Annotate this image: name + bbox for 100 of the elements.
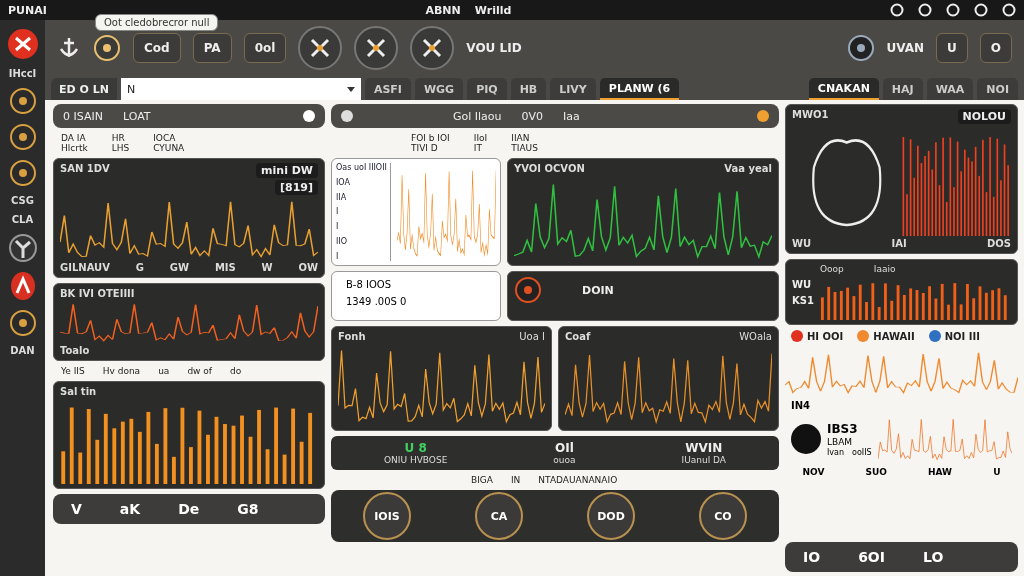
note-text: Ivan bbox=[827, 447, 845, 457]
axis-label: Toalo bbox=[60, 345, 90, 356]
dial-icon[interactable] bbox=[8, 87, 37, 115]
sidebar-label: IHccI bbox=[8, 68, 37, 79]
toolbar-button[interactable]: 0ol bbox=[243, 32, 287, 63]
info-text: 1349 .00S 0 bbox=[345, 295, 408, 309]
meta-text: FOI b IOI bbox=[411, 133, 450, 143]
tab[interactable]: LIVY bbox=[550, 78, 596, 100]
scope-badge: NOLOU bbox=[957, 109, 1011, 124]
status-icon[interactable] bbox=[974, 3, 988, 17]
tab[interactable]: ASFI bbox=[364, 78, 411, 100]
note-text: dw of bbox=[187, 366, 212, 376]
trend-label: IN4 bbox=[790, 400, 812, 411]
knob-button[interactable]: CO bbox=[699, 492, 747, 540]
panel-label: 0V0 bbox=[521, 109, 544, 123]
sidebar-label: DAN bbox=[10, 345, 35, 356]
status-icon[interactable] bbox=[890, 3, 904, 17]
toolbar-button[interactable]: PA bbox=[192, 32, 232, 63]
status-icon[interactable] bbox=[918, 3, 932, 17]
meta-text: IT bbox=[473, 143, 483, 153]
profile-title: IBS3 bbox=[827, 421, 859, 436]
tab[interactable]: CNAKAN bbox=[808, 78, 879, 100]
tab[interactable]: NOI bbox=[977, 78, 1018, 100]
footer-button[interactable]: V bbox=[67, 501, 86, 517]
meta-text: HR bbox=[111, 133, 126, 143]
axis-label: OW bbox=[298, 262, 318, 273]
note-text: Hv dona bbox=[102, 366, 141, 376]
power-icon[interactable] bbox=[846, 33, 875, 62]
axis-label: WU bbox=[792, 278, 813, 290]
toolbar-button[interactable]: O bbox=[979, 32, 1012, 63]
tick-label: IOA bbox=[336, 177, 351, 187]
axis-label: DOS bbox=[986, 238, 1011, 249]
tab[interactable]: PLANW (6 bbox=[599, 78, 680, 100]
dial-icon[interactable] bbox=[8, 309, 37, 337]
footer-button[interactable]: 6OI bbox=[854, 549, 889, 565]
axis-label: U bbox=[993, 467, 1001, 477]
legend-label: HI OOI bbox=[807, 330, 844, 342]
knob-button[interactable]: CA bbox=[475, 492, 523, 540]
tab[interactable]: WGG bbox=[414, 78, 464, 100]
note-text: Ye IIS bbox=[61, 366, 85, 376]
tick-label: IIO bbox=[336, 237, 348, 247]
axis-label: HAW bbox=[928, 467, 953, 477]
status-icon[interactable] bbox=[946, 3, 960, 17]
logo-icon[interactable] bbox=[6, 28, 39, 60]
source-dropdown[interactable]: N bbox=[120, 78, 361, 100]
meta-text: IIAN bbox=[511, 133, 531, 143]
meta-text: TIAUS bbox=[511, 143, 538, 153]
footer-button[interactable]: De bbox=[174, 501, 204, 517]
axis-label: KS1 bbox=[792, 294, 814, 306]
status-dot-icon bbox=[303, 110, 315, 122]
note-text: NTADAUANANAIO bbox=[538, 475, 618, 485]
meta-text: LHS bbox=[111, 143, 130, 153]
footer-button[interactable]: IO bbox=[799, 549, 825, 565]
sidebar-label: CLA bbox=[11, 214, 34, 225]
bar-label: Iaaio bbox=[873, 264, 896, 274]
caret-icon bbox=[346, 86, 355, 92]
meta-text: IIoI bbox=[473, 133, 488, 143]
tab[interactable]: HAJ bbox=[882, 78, 923, 100]
knob-button[interactable]: IOIS bbox=[363, 492, 411, 540]
record-icon[interactable] bbox=[514, 276, 542, 304]
tick-label: I bbox=[336, 207, 340, 217]
alert-icon[interactable] bbox=[8, 271, 37, 301]
tab[interactable]: HB bbox=[510, 78, 547, 100]
tick-label: I bbox=[336, 251, 340, 261]
scope-title: YVOI OCVON bbox=[514, 163, 585, 174]
knob-button[interactable]: DOD bbox=[587, 492, 635, 540]
tab[interactable]: PIQ bbox=[467, 78, 507, 100]
tick-label: IIA bbox=[336, 192, 348, 202]
sidebar-label: CSG bbox=[11, 195, 34, 206]
toolbar-button[interactable]: U bbox=[936, 32, 968, 63]
title-bar-label: Wrilld bbox=[474, 3, 512, 17]
scope-label: Vaa yeal bbox=[724, 163, 772, 174]
status-icon[interactable] bbox=[1002, 3, 1016, 17]
readout-label: ONIU HVBOSE bbox=[384, 455, 448, 465]
dial-icon[interactable] bbox=[8, 159, 37, 187]
readout-value: U 8 bbox=[404, 441, 427, 455]
tick-label: I bbox=[336, 222, 340, 232]
dial-icon[interactable] bbox=[8, 123, 37, 151]
avatar bbox=[791, 424, 821, 454]
axis-label: G bbox=[135, 262, 144, 273]
footer-button[interactable]: G8 bbox=[233, 501, 263, 517]
bar-label: Ooop bbox=[819, 264, 844, 274]
scope-title: BK IVI OTEIIII bbox=[60, 288, 135, 299]
axis-label: MIS bbox=[214, 262, 236, 273]
axis-label: WU bbox=[792, 238, 812, 249]
scope-label: WOala bbox=[739, 331, 772, 342]
status-dot-icon bbox=[341, 110, 353, 122]
footer-button[interactable]: LO bbox=[919, 549, 948, 565]
target-icon[interactable] bbox=[93, 33, 121, 62]
tab[interactable]: WAA bbox=[926, 78, 974, 100]
toolbar-caption: VOU LID bbox=[466, 40, 522, 55]
footer-button[interactable]: aK bbox=[115, 501, 145, 517]
scope-reading: [819] bbox=[274, 180, 318, 195]
axis-label: GW bbox=[169, 262, 190, 273]
scope-title: SAN 1DV bbox=[60, 163, 110, 174]
monitor-label: DOIN bbox=[582, 283, 614, 297]
scope-title: Fonh bbox=[338, 331, 366, 342]
axis-label: GILNAUV bbox=[60, 262, 110, 273]
scope-label: Uoa I bbox=[519, 331, 545, 342]
toolbar-button[interactable]: Cod bbox=[133, 32, 181, 63]
